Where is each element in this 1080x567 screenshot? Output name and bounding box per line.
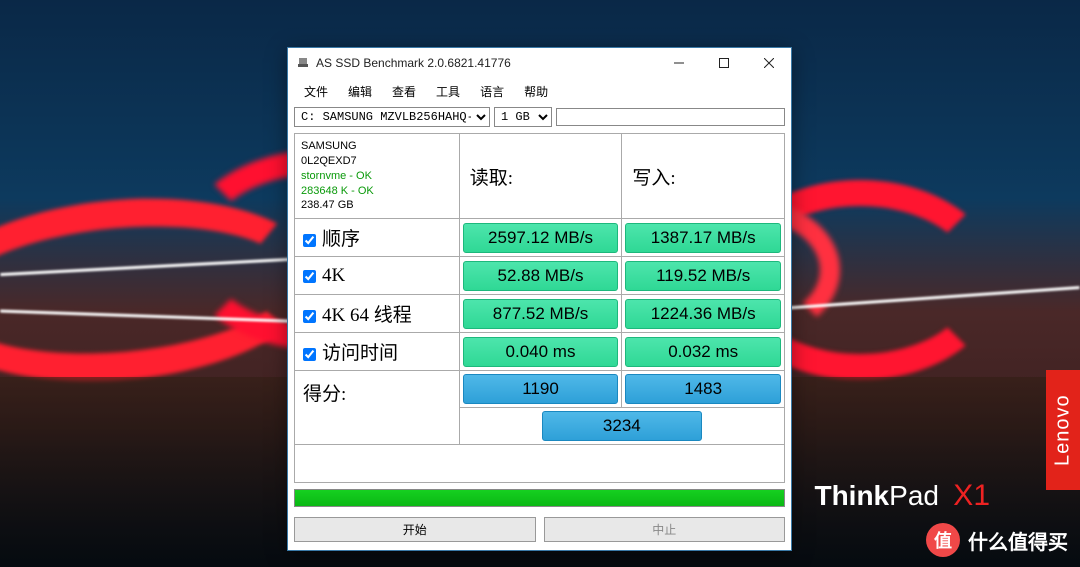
drive-info: SAMSUNG 0L2QEXD7 stornvme - OK 283648 K … <box>295 134 460 219</box>
access-label: 访问时间 <box>322 343 398 364</box>
close-button[interactable] <box>746 48 791 78</box>
seq-checkbox[interactable] <box>303 234 316 247</box>
row-4k: 4K 52.88 MB/s 119.52 MB/s <box>295 257 785 295</box>
score-label: 得分: <box>295 371 460 445</box>
seq-label: 顺序 <box>322 229 360 250</box>
access-checkbox[interactable] <box>303 348 316 361</box>
toolbar: C: SAMSUNG MZVLB256HAHQ-000L7 1 GB <box>288 105 791 133</box>
4k64-read: 877.52 MB/s <box>463 299 619 329</box>
minimize-button[interactable] <box>656 48 701 78</box>
4k-write: 119.52 MB/s <box>625 261 781 291</box>
4k-read: 52.88 MB/s <box>463 261 619 291</box>
4k64-write: 1224.36 MB/s <box>625 299 781 329</box>
start-button[interactable]: 开始 <box>294 517 536 542</box>
header-write: 写入: <box>622 134 785 219</box>
menubar: 文件 编辑 查看 工具 语言 帮助 <box>288 78 791 105</box>
4k64-label: 4K 64 线程 <box>322 305 412 326</box>
score-write: 1483 <box>625 374 781 404</box>
stop-button[interactable]: 中止 <box>544 517 786 542</box>
header-read: 读取: <box>459 134 622 219</box>
menu-edit[interactable]: 编辑 <box>338 80 382 103</box>
seq-read: 2597.12 MB/s <box>463 223 619 253</box>
4k-checkbox[interactable] <box>303 270 316 283</box>
lenovo-logo: Lenovo <box>1046 370 1080 490</box>
menu-help[interactable]: 帮助 <box>514 80 558 103</box>
progress-bar <box>294 489 785 507</box>
row-score: 得分: 1190 1483 <box>295 371 785 408</box>
window-title: AS SSD Benchmark 2.0.6821.41776 <box>316 56 656 70</box>
thinkpad-logo: ThinkPad X1 <box>814 479 990 513</box>
seq-write: 1387.17 MB/s <box>625 223 781 253</box>
maximize-button[interactable] <box>701 48 746 78</box>
filter-input[interactable] <box>556 108 785 126</box>
menu-tools[interactable]: 工具 <box>426 80 470 103</box>
score-read: 1190 <box>463 374 619 404</box>
size-select[interactable]: 1 GB <box>494 107 552 127</box>
4k-label: 4K <box>322 265 345 286</box>
row-4k64: 4K 64 线程 877.52 MB/s 1224.36 MB/s <box>295 295 785 333</box>
titlebar[interactable]: AS SSD Benchmark 2.0.6821.41776 <box>288 48 791 78</box>
row-seq: 顺序 2597.12 MB/s 1387.17 MB/s <box>295 219 785 257</box>
access-read: 0.040 ms <box>463 337 619 367</box>
smzdm-watermark: 值 什么值得买 <box>926 523 1068 557</box>
results-table: SAMSUNG 0L2QEXD7 stornvme - OK 283648 K … <box>294 133 785 483</box>
menu-language[interactable]: 语言 <box>470 80 514 103</box>
app-window: AS SSD Benchmark 2.0.6821.41776 文件 编辑 查看… <box>287 47 792 551</box>
drive-select[interactable]: C: SAMSUNG MZVLB256HAHQ-000L7 <box>294 107 490 127</box>
row-access: 访问时间 0.040 ms 0.032 ms <box>295 333 785 371</box>
4k64-checkbox[interactable] <box>303 310 316 323</box>
smzdm-badge-icon: 值 <box>926 523 960 557</box>
access-write: 0.032 ms <box>625 337 781 367</box>
score-total: 3234 <box>542 411 702 441</box>
menu-view[interactable]: 查看 <box>382 80 426 103</box>
app-icon <box>296 55 310 72</box>
menu-file[interactable]: 文件 <box>294 80 338 103</box>
